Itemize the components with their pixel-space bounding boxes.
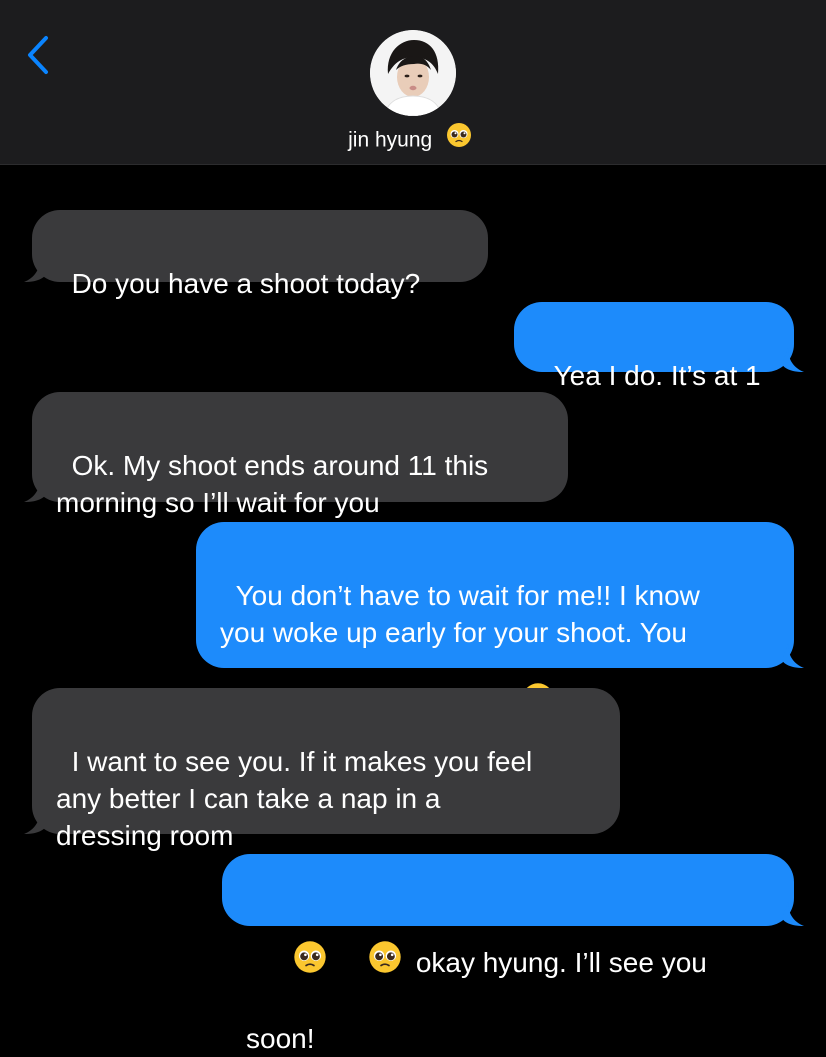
message-bubble-outgoing[interactable]: Yea I do. It’s at 1 (514, 302, 794, 391)
conversation-header: jin hyung (0, 0, 826, 165)
message-text: Ok. My shoot ends around 11 this morning… (56, 450, 489, 518)
message-text: I want to see you. If it makes you feel … (56, 746, 533, 851)
message-bubble-outgoing[interactable]: You don’t have to wait for me!! I know y… (196, 522, 794, 720)
pleading-face-icon (337, 903, 402, 1020)
bubble-tail-incoming (24, 810, 46, 834)
message-bubble-incoming[interactable]: Ok. My shoot ends around 11 this morning… (32, 392, 568, 518)
message-bubble-outgoing[interactable]: okay hyung. I’ll see you soon! (222, 854, 794, 1054)
pleading-face-icon (262, 903, 327, 1020)
message-bubble-incoming[interactable]: Do you have a shoot today? (32, 210, 488, 299)
chevron-left-icon (28, 36, 48, 74)
pleading-face-icon (446, 122, 472, 156)
back-button[interactable] (22, 30, 62, 80)
contact-name-row[interactable]: jin hyung (0, 123, 826, 156)
bubble-tail-outgoing (782, 348, 804, 372)
message-text: Do you have a shoot today? (71, 268, 421, 299)
bubble-tail-incoming (24, 258, 46, 282)
avatar-photo (370, 30, 456, 116)
bubble-tail-outgoing (782, 902, 804, 926)
contact-name: jin hyung (348, 128, 433, 152)
bubble-tail-incoming (24, 478, 46, 502)
message-bubble-incoming[interactable]: I want to see you. If it makes you feel … (32, 688, 620, 851)
bubble-tail-outgoing (782, 644, 804, 668)
message-text: Yea I do. It’s at 1 (553, 360, 761, 391)
contact-avatar[interactable] (370, 30, 456, 116)
